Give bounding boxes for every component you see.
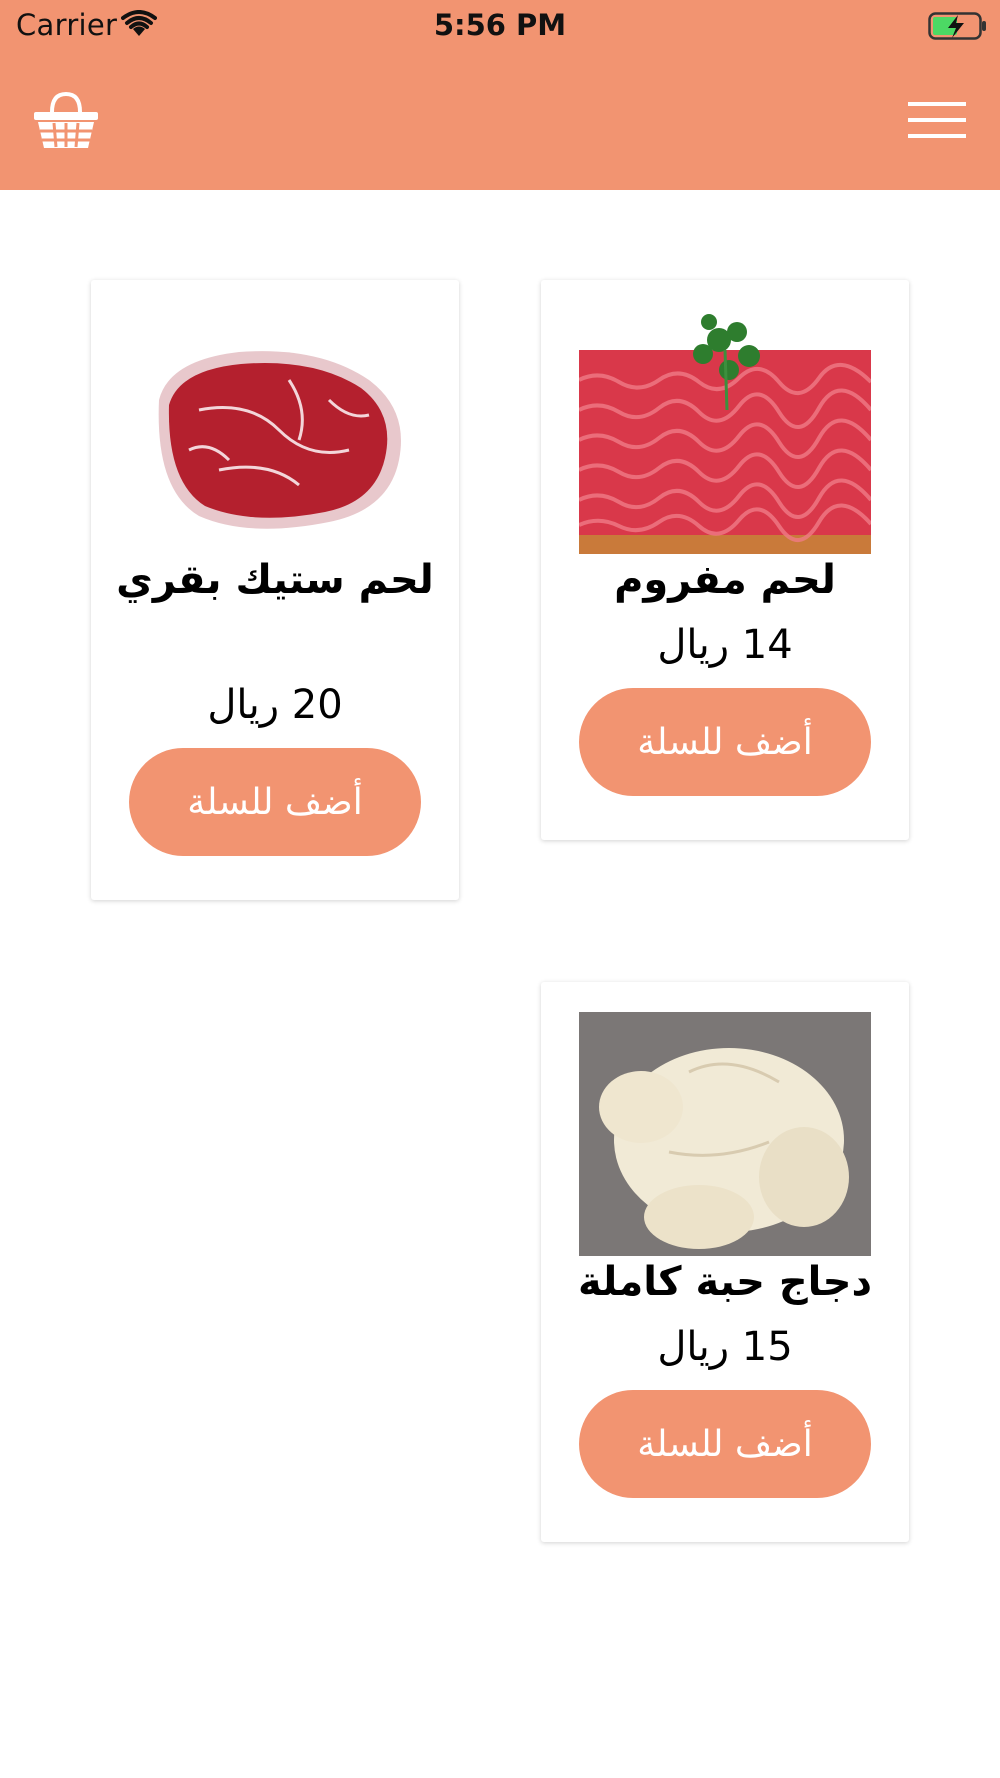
product-card-minced-meat[interactable]: لحم مفروم 14 ريال أضف للسلة	[541, 280, 909, 840]
product-name: لحم مفروم	[614, 557, 836, 603]
app-header: Carrier 5:56 PM	[0, 0, 1000, 190]
minced-meat-image	[579, 310, 871, 554]
product-card-beef-steak[interactable]: لحم ستيك بقري 20 ريال أضف للسلة	[91, 280, 459, 900]
product-name: دجاج حبة كاملة	[577, 1259, 873, 1305]
app-screen: Carrier 5:56 PM لحم مفروم 14 ريال أضف لل…	[0, 0, 1000, 1778]
whole-chicken-image	[579, 1012, 871, 1256]
product-card-whole-chicken[interactable]: دجاج حبة كاملة 15 ريال أضف للسلة	[541, 982, 909, 1542]
add-to-cart-button[interactable]: أضف للسلة	[579, 1390, 871, 1498]
product-price: 20 ريال	[207, 682, 343, 728]
hamburger-menu-icon[interactable]	[908, 100, 968, 140]
product-price: 14 ريال	[657, 622, 793, 668]
add-to-cart-button[interactable]: أضف للسلة	[129, 748, 421, 856]
battery-charging-icon	[928, 12, 986, 40]
status-time: 5:56 PM	[433, 8, 567, 42]
product-name: لحم ستيك بقري	[116, 557, 434, 603]
basket-icon[interactable]	[32, 90, 100, 150]
add-to-cart-button[interactable]: أضف للسلة	[579, 688, 871, 796]
beef-steak-image	[129, 310, 421, 554]
product-price: 15 ريال	[657, 1324, 793, 1370]
